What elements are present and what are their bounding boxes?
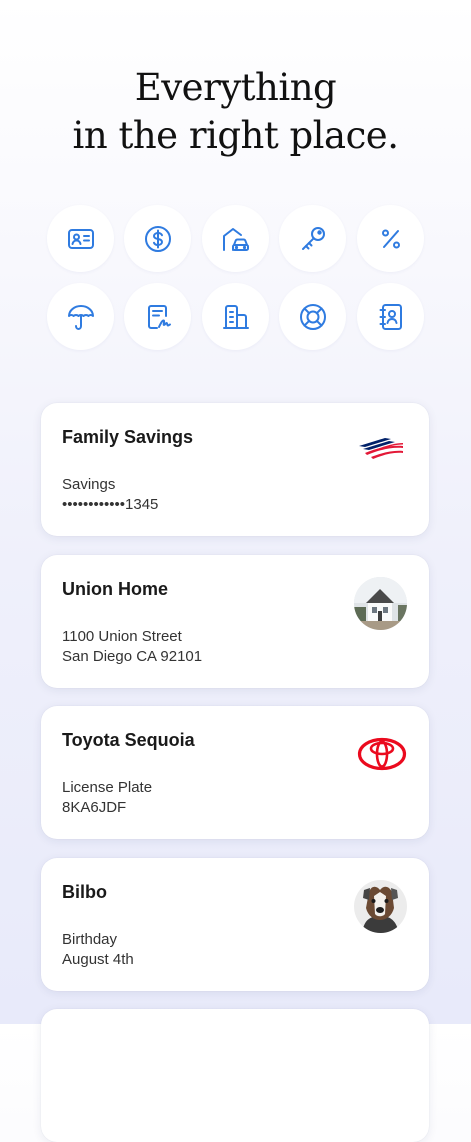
card-title: Union Home — [62, 579, 168, 599]
card-toyota-sequoia[interactable]: Toyota Sequoia License Plate 8KA6JDF — [41, 706, 429, 839]
category-passwords[interactable] — [279, 205, 346, 272]
category-emergency[interactable] — [279, 283, 346, 350]
card-address-line-2: San Diego CA 92101 — [62, 648, 203, 665]
card-value: 8KA6JDF — [62, 799, 127, 816]
buildings-icon — [222, 304, 249, 329]
bank-of-america-logo — [359, 438, 403, 459]
category-home-vehicle[interactable] — [202, 205, 269, 272]
house-photo — [354, 577, 407, 630]
key-icon — [301, 226, 325, 250]
category-finance[interactable] — [124, 205, 191, 272]
card-label: Birthday — [62, 931, 118, 948]
dollar-coin-icon — [144, 225, 171, 252]
category-contacts[interactable] — [357, 283, 424, 350]
card-value: August 4th — [62, 951, 134, 968]
card-title: Family Savings — [62, 427, 194, 447]
card-title: Bilbo — [62, 882, 107, 902]
toyota-logo — [357, 737, 407, 771]
category-id-card[interactable] — [47, 205, 114, 272]
card-title: Toyota Sequoia — [62, 730, 195, 750]
headline: Everything in the right place. — [0, 64, 471, 160]
id-card-icon — [67, 228, 94, 249]
home-car-icon — [222, 227, 249, 251]
percent-icon — [381, 229, 400, 248]
category-business[interactable] — [202, 283, 269, 350]
card-value: ••••••••••••1345 — [62, 496, 159, 513]
umbrella-icon — [67, 304, 94, 330]
card-label: License Plate — [62, 779, 153, 796]
card-address-line-1: 1100 Union Street — [62, 628, 182, 645]
headline-line-1: Everything — [134, 66, 337, 109]
card-union-home[interactable]: Union Home 1100 Union Street San Diego C… — [41, 555, 429, 688]
dog-photo — [354, 880, 407, 933]
card-label: Savings — [62, 476, 116, 493]
category-icon-grid — [47, 205, 424, 350]
headline-line-2: in the right place. — [72, 114, 399, 157]
lifebuoy-icon — [299, 303, 326, 330]
contact-book-icon — [379, 303, 402, 330]
category-legal[interactable] — [124, 283, 191, 350]
card-partial[interactable] — [41, 1009, 429, 1142]
signed-document-icon — [147, 304, 171, 329]
card-bilbo[interactable]: Bilbo Birthday August 4th — [41, 858, 429, 991]
category-taxes[interactable] — [357, 205, 424, 272]
card-family-savings[interactable]: Family Savings Savings ••••••••••••1345 — [41, 403, 429, 536]
category-insurance[interactable] — [47, 283, 114, 350]
